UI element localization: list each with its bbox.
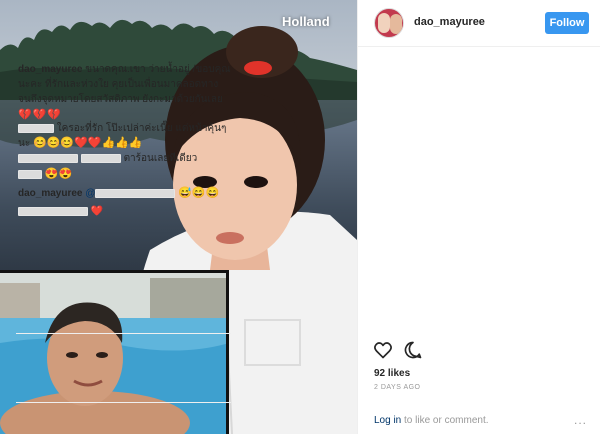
divider: [16, 333, 231, 334]
comment-3: dao_mayuree @ 😅😄😄: [18, 186, 238, 201]
login-prompt-text: to like or comment.: [401, 415, 489, 426]
blurred-username: [18, 206, 88, 216]
more-options-icon[interactable]: ...: [574, 413, 587, 427]
blurred-mention: [95, 188, 176, 198]
comment-emoji: 😅😄😄: [178, 187, 220, 199]
caption-username[interactable]: dao_mayuree: [18, 64, 82, 75]
comment-emoji: 😍😍: [44, 168, 73, 180]
speech-bubble-icon[interactable]: [403, 340, 423, 360]
blurred-username: [18, 153, 78, 163]
comment-username[interactable]: dao_mayuree: [18, 188, 82, 199]
avatar[interactable]: [374, 8, 404, 38]
post-header: dao_mayuree Follow: [358, 0, 600, 47]
blurred-username: [18, 123, 54, 133]
comment-1: ใครอะที่รัก โป๊ะเปล่าค่ะเนี๊ย แต่หน้าคุ้…: [18, 121, 238, 151]
heart-outline-icon[interactable]: [373, 340, 393, 360]
divider: [16, 402, 231, 403]
comment-4: ❤️: [18, 204, 238, 219]
follow-button[interactable]: Follow: [545, 12, 589, 34]
blurred-username: [18, 169, 42, 179]
post-time: 2 DAYS AGO: [374, 384, 421, 391]
man-in-pool: [0, 273, 226, 434]
comment-2b: 😍😍: [18, 167, 238, 182]
comment-text: ตาร้อนเลยทีเดียว: [123, 153, 198, 164]
comment-2: ตาร้อนเลยทีเดียว: [18, 151, 238, 166]
caption-block: dao_mayuree ขนาดคุณ.เขา ว่ายน้ำอยู่ /ขอบ…: [18, 62, 238, 123]
comment-emoji: ❤️: [90, 206, 104, 217]
likes-count[interactable]: 92 likes: [374, 368, 410, 379]
username[interactable]: dao_mayuree: [414, 16, 485, 28]
mention[interactable]: @: [85, 188, 95, 199]
comment-emoji: 😊😊😊❤️❤️👍👍👍: [33, 137, 143, 149]
blurred-text: [80, 153, 121, 163]
inset-photo: [0, 270, 229, 434]
login-prompt: Log in to like or comment.: [374, 415, 489, 426]
login-link[interactable]: Log in: [374, 415, 401, 426]
